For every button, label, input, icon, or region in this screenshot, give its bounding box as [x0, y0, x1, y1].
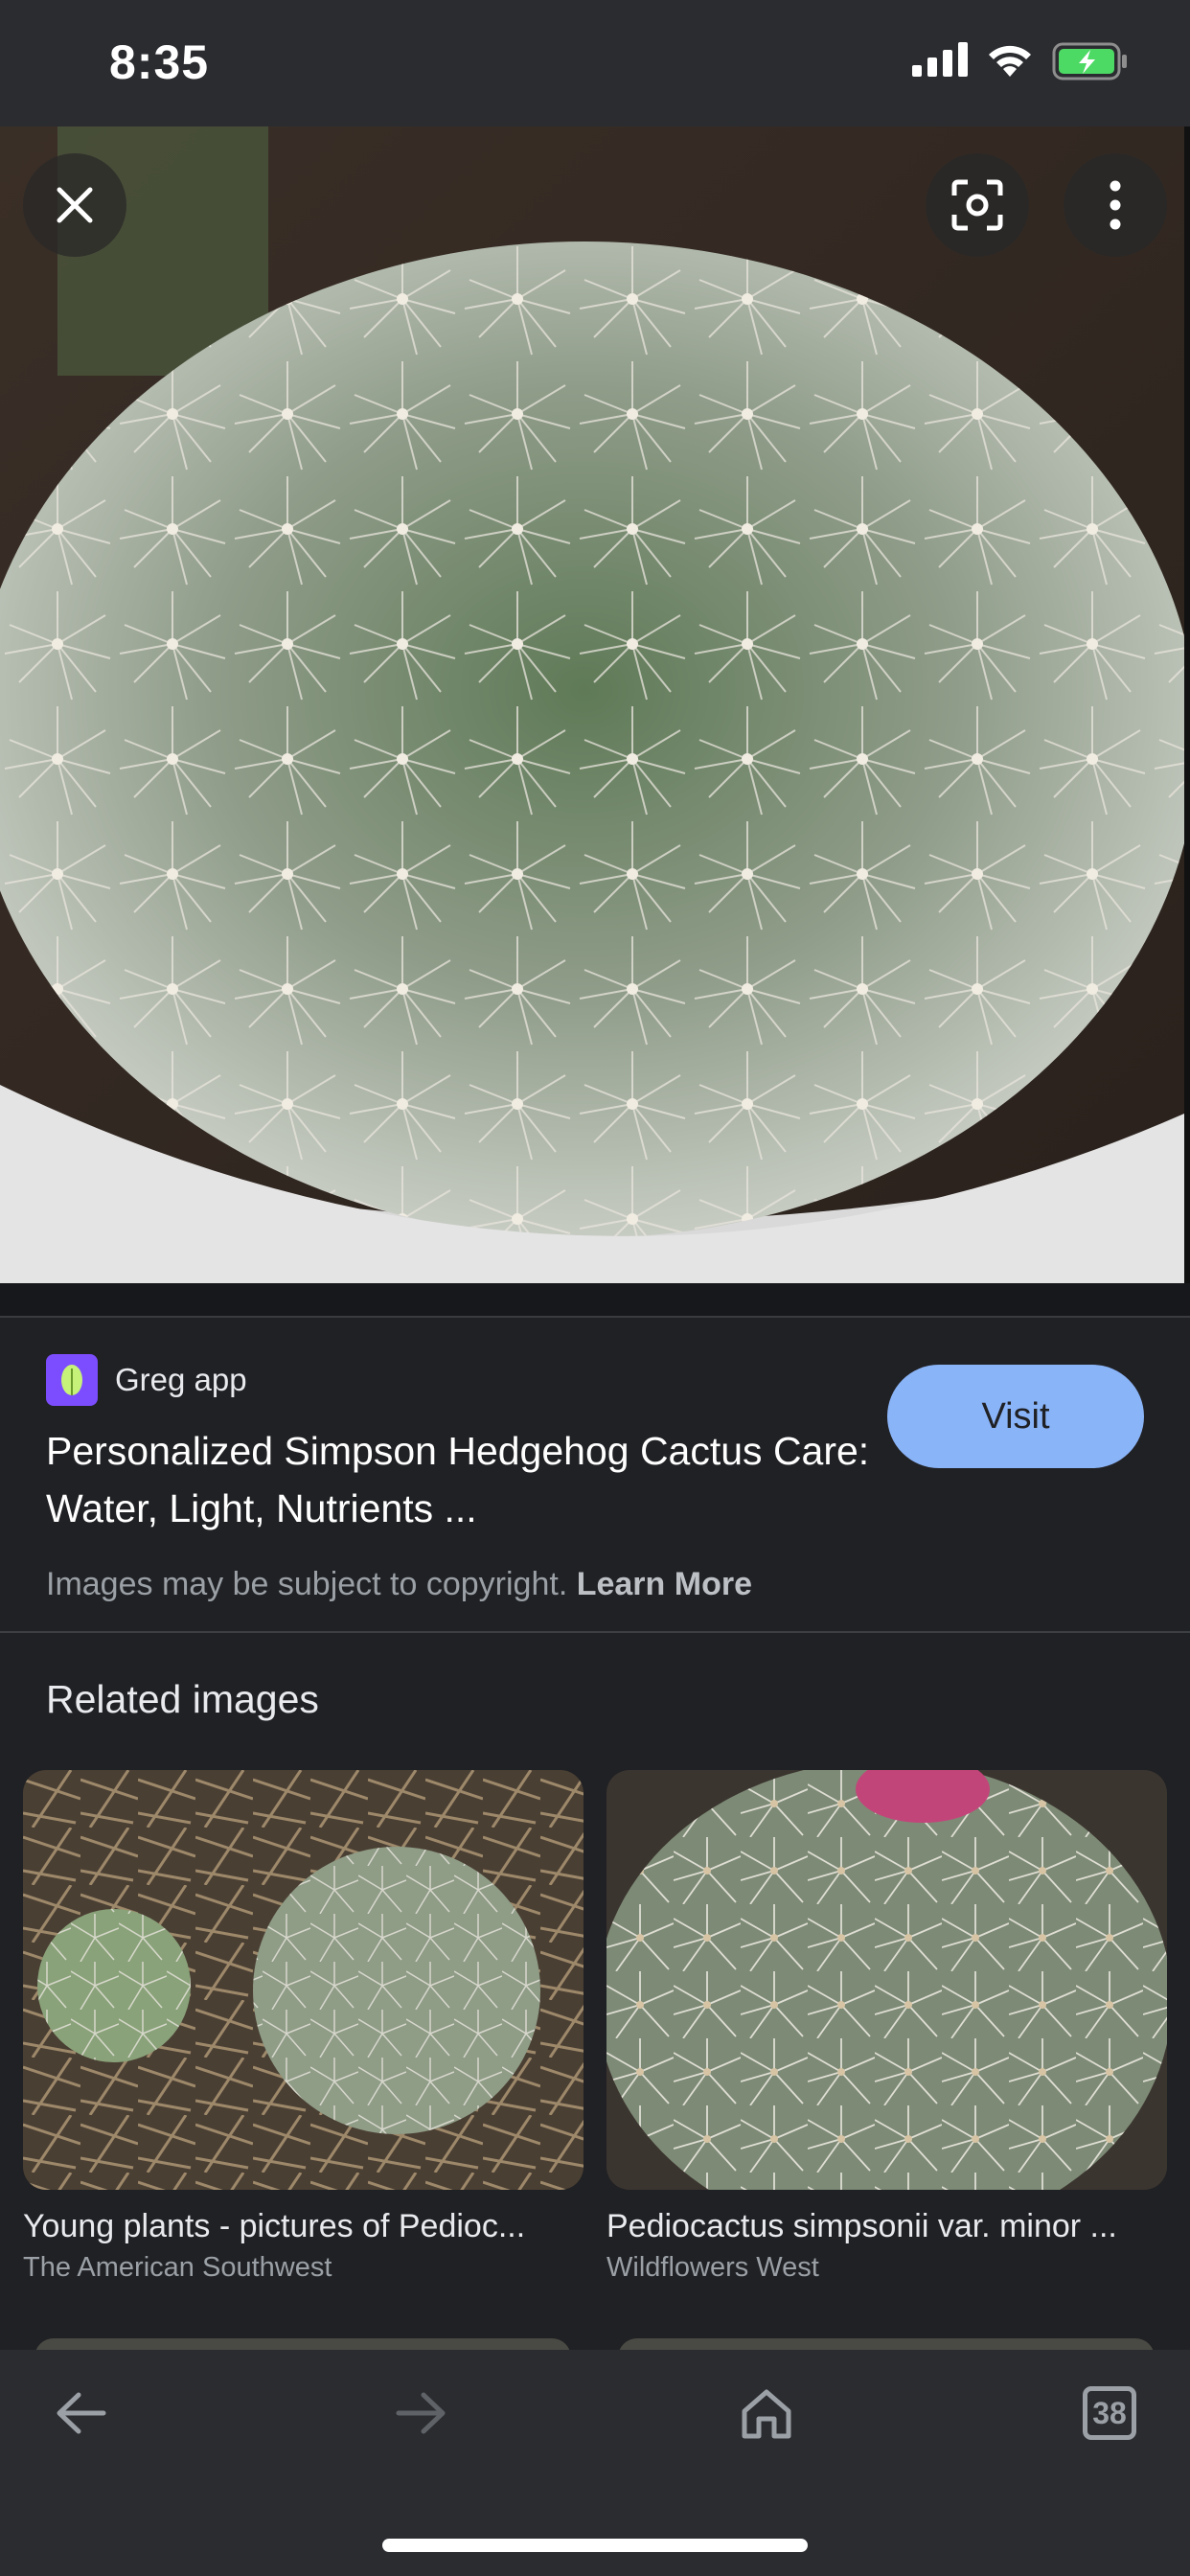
- related-images-heading: Related images: [46, 1677, 319, 1721]
- image-edge: [1184, 126, 1190, 1283]
- battery-charging-icon: [1052, 42, 1127, 80]
- close-icon: [57, 187, 93, 223]
- visit-button[interactable]: Visit: [887, 1365, 1144, 1468]
- arrow-back-icon: [57, 2392, 106, 2434]
- tab-count-icon: 38: [1083, 2386, 1136, 2440]
- source-favicon: [46, 1354, 98, 1406]
- cactus-photo: [0, 126, 1184, 1283]
- divider: [0, 1316, 1190, 1318]
- cellular-signal-icon: [912, 42, 968, 77]
- source-row[interactable]: Greg app: [46, 1353, 247, 1407]
- lens-button[interactable]: [926, 153, 1029, 257]
- copyright-notice: Images may be subject to copyright. Lear…: [46, 1566, 752, 1603]
- back-button[interactable]: [42, 2375, 119, 2451]
- copyright-text: Images may be subject to copyright.: [46, 1566, 568, 1602]
- related-image-1[interactable]: [23, 1770, 584, 2190]
- related-source-1: The American Southwest: [23, 2252, 332, 2283]
- learn-more-link[interactable]: Learn More: [577, 1566, 752, 1602]
- related-caption-2[interactable]: Pediocactus simpsonii var. minor ...: [606, 2208, 1167, 2245]
- more-vert-icon: [1110, 180, 1121, 230]
- divider: [0, 1631, 1190, 1633]
- home-button[interactable]: [728, 2375, 805, 2451]
- lens-icon: [951, 179, 1003, 231]
- image-footer-strip: [0, 1283, 1190, 1316]
- related-thumbnail: [23, 1770, 584, 2190]
- status-time: 8:35: [109, 35, 210, 89]
- arrow-forward-icon: [396, 2392, 446, 2434]
- more-options-button[interactable]: [1064, 153, 1167, 257]
- result-title[interactable]: Personalized Simpson Hedgehog Cactus Car…: [46, 1422, 870, 1537]
- related-caption-1[interactable]: Young plants - pictures of Pedioc...: [23, 2208, 584, 2245]
- tabs-button[interactable]: 38: [1071, 2375, 1148, 2451]
- leaf-icon: [61, 1365, 82, 1395]
- related-image-2[interactable]: [606, 1770, 1167, 2190]
- source-name: Greg app: [115, 1362, 247, 1397]
- related-thumbnail: [606, 1770, 1167, 2190]
- wifi-icon: [989, 45, 1031, 77]
- forward-button[interactable]: [383, 2375, 460, 2451]
- main-image[interactable]: [0, 126, 1184, 1283]
- status-bar: 8:35: [0, 0, 1190, 126]
- home-indicator[interactable]: [382, 2539, 808, 2552]
- related-source-2: Wildflowers West: [606, 2252, 819, 2283]
- home-icon: [742, 2389, 791, 2439]
- close-button[interactable]: [23, 153, 126, 257]
